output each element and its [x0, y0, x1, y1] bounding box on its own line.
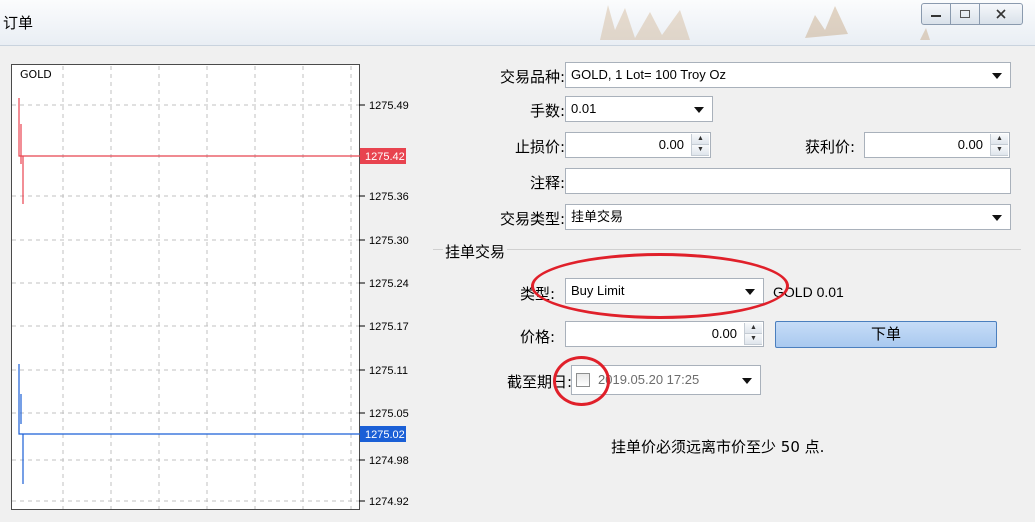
volume-combobox[interactable]: 0.01	[565, 96, 713, 122]
chevron-down-icon	[694, 107, 704, 113]
symbol-label: 交易品种:	[499, 68, 565, 86]
place-order-button[interactable]: 下单	[775, 321, 997, 348]
stoploss-input[interactable]: 0.00 ▲ ▼	[565, 132, 711, 158]
price-value: 0.00	[711, 326, 737, 341]
stoploss-label: 止损价:	[514, 138, 565, 156]
execution-type-label: 交易类型:	[499, 210, 565, 228]
chart-symbol-label: GOLD	[20, 68, 52, 81]
bid-price-line	[18, 364, 360, 484]
volume-value: 0.01	[571, 101, 597, 116]
background-decoration	[600, 5, 930, 40]
price-label: 价格:	[519, 328, 555, 346]
takeprofit-label: 获利价:	[804, 138, 855, 156]
pending-group-title: 挂单交易	[443, 241, 508, 262]
close-icon	[996, 9, 1006, 19]
price-chart-canvas: 1275.49 1275.36 1275.30 1275.24 1275.17 1275.…	[12, 66, 409, 509]
highlight-ellipse-checkbox	[553, 356, 610, 406]
minimize-icon	[931, 15, 941, 17]
ask-price-line	[18, 98, 360, 204]
stoploss-value: 0.00	[658, 137, 684, 152]
chevron-down-icon	[742, 378, 752, 384]
group-divider	[433, 249, 1021, 250]
bid-price-label: 1275.02	[365, 429, 405, 441]
takeprofit-spinner[interactable]: ▲ ▼	[990, 134, 1008, 156]
maximize-icon	[960, 10, 970, 18]
execution-type-select[interactable]: 挂单交易	[565, 204, 1011, 230]
price-tick-label: 1275.11	[369, 365, 408, 377]
comment-label: 注释:	[529, 174, 565, 192]
highlight-ellipse-type	[531, 253, 789, 319]
stoploss-spinner[interactable]: ▲ ▼	[691, 134, 709, 156]
close-button[interactable]	[979, 3, 1023, 25]
price-tick-label: 1275.17	[369, 321, 409, 333]
price-input[interactable]: 0.00 ▲ ▼	[565, 321, 764, 347]
price-tick-label: 1274.92	[369, 496, 409, 508]
maximize-button[interactable]	[950, 3, 980, 25]
spin-down-icon[interactable]: ▼	[745, 334, 762, 345]
window-controls	[921, 3, 1023, 25]
symbol-select-value: GOLD, 1 Lot= 100 Troy Oz	[571, 67, 726, 82]
price-spinner[interactable]: ▲ ▼	[744, 323, 762, 345]
price-tick-label: 1275.49	[369, 100, 409, 112]
expiry-value: 2019.05.20 17:25	[598, 372, 700, 387]
symbol-select[interactable]: GOLD, 1 Lot= 100 Troy Oz	[565, 62, 1011, 88]
chevron-down-icon	[992, 215, 1002, 221]
execution-type-value: 挂单交易	[571, 209, 624, 224]
chevron-down-icon	[992, 73, 1002, 79]
takeprofit-input[interactable]: 0.00 ▲ ▼	[864, 132, 1010, 158]
price-tick-label: 1275.30	[369, 235, 409, 247]
price-tick-label: 1274.98	[369, 455, 409, 467]
price-tick-label: 1275.05	[369, 408, 409, 420]
volume-label: 手数:	[529, 102, 565, 120]
takeprofit-value: 0.00	[957, 137, 983, 152]
minimize-button[interactable]	[921, 3, 951, 25]
ask-price-label: 1275.42	[365, 151, 405, 163]
comment-input[interactable]	[565, 168, 1011, 194]
price-tick-label: 1275.24	[369, 278, 409, 290]
price-tick-label: 1275.36	[369, 191, 409, 203]
spin-down-icon[interactable]: ▼	[991, 145, 1008, 156]
title-bar: 订单	[0, 0, 1035, 46]
spin-down-icon[interactable]: ▼	[692, 145, 709, 156]
pending-note: 挂单价必须远离市价至少 50 点.	[611, 438, 825, 456]
window-title: 订单	[3, 14, 34, 32]
